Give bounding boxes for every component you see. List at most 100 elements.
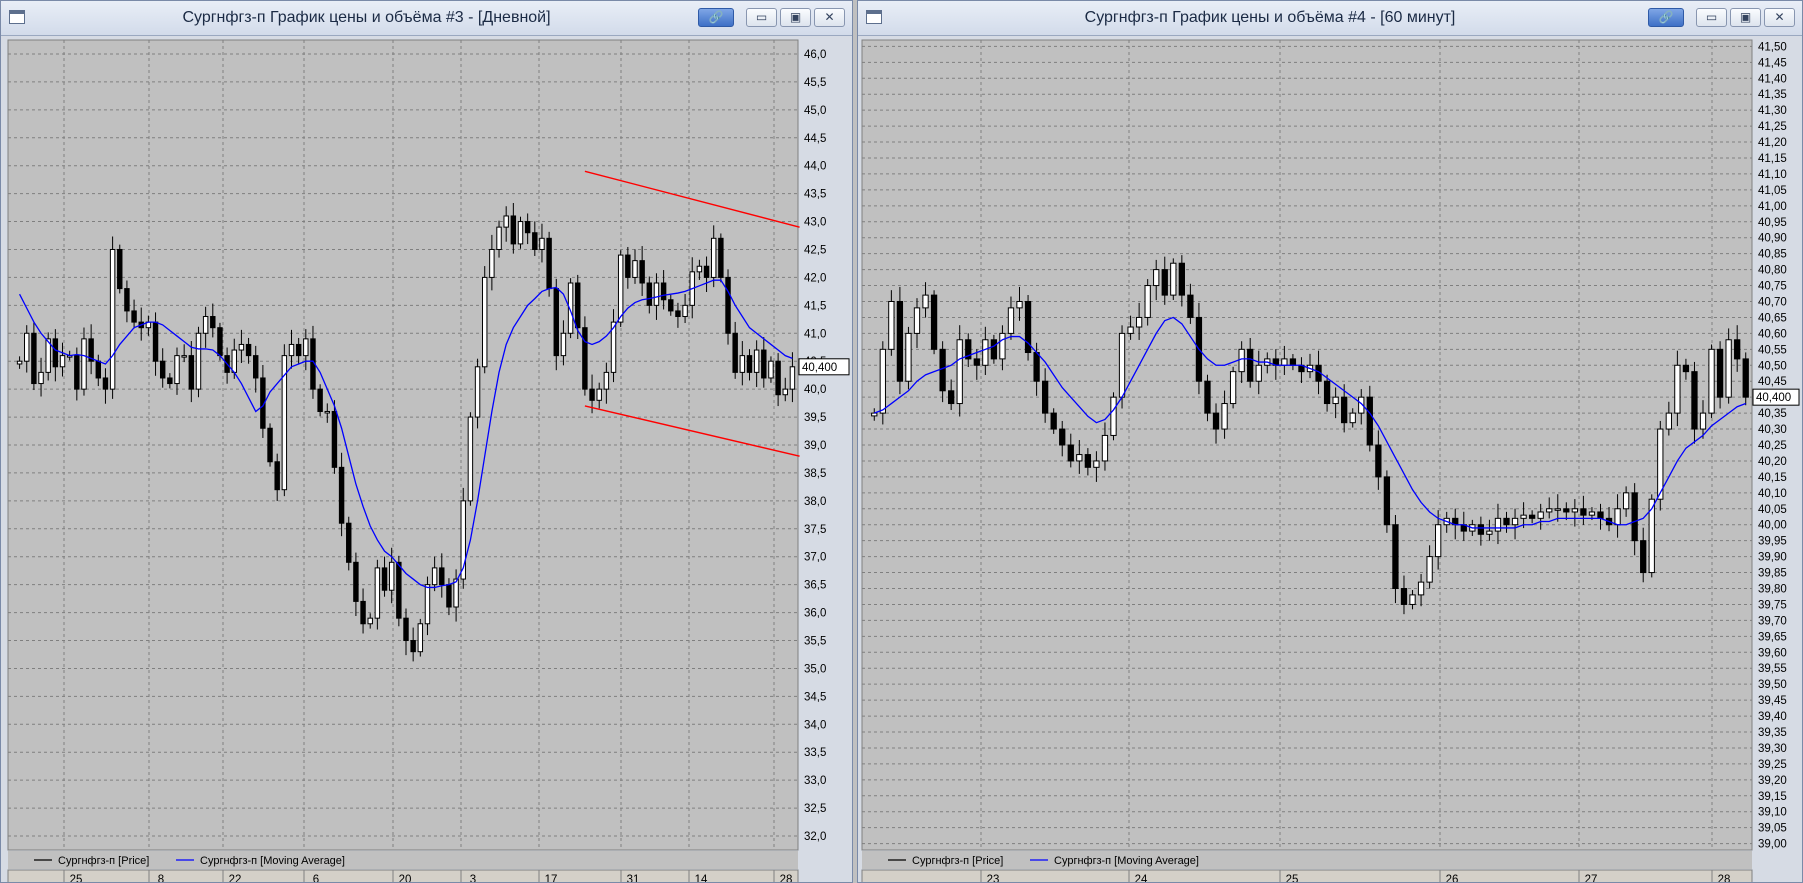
title-bar[interactable]: Сургнфгз-п График цены и объёма #3 - [Дн… — [1, 1, 852, 36]
y-tick-label: 40,10 — [1758, 488, 1787, 500]
y-tick-label: 36,0 — [804, 608, 826, 620]
candle-body — [639, 260, 645, 284]
y-tick-label: 44,5 — [804, 133, 826, 145]
y-tick-label: 39,20 — [1758, 775, 1787, 787]
y-tick-label: 40,45 — [1758, 376, 1787, 388]
y-tick-label: 40,55 — [1758, 344, 1787, 356]
window-icon[interactable] — [866, 10, 882, 24]
link-button[interactable]: 🔗 — [698, 8, 734, 27]
candle-body — [1435, 524, 1442, 558]
candle-body — [1144, 285, 1151, 318]
candle-body — [303, 338, 309, 357]
candle-body — [1041, 380, 1049, 414]
candle-body — [253, 355, 259, 379]
price-chart-60min[interactable]: 41,50 41,45 41,40 41,35 41,30 41,25 41,20 41,15… — [858, 35, 1802, 882]
candle-body — [1178, 262, 1185, 296]
y-tick-label: 39,00 — [1758, 839, 1787, 851]
close-button[interactable]: ✕ — [1764, 8, 1795, 27]
y-tick-label: 42,5 — [804, 244, 826, 256]
candle-body — [424, 584, 431, 625]
window-icon[interactable] — [9, 10, 25, 24]
candle-body — [1597, 511, 1604, 519]
date-label: 26 — [1446, 874, 1459, 882]
y-tick-label: 33,5 — [804, 747, 826, 759]
candle-body — [1477, 524, 1485, 535]
candle-body — [1392, 524, 1399, 590]
y-tick-label: 40,05 — [1758, 504, 1787, 516]
date-label: 28 — [780, 874, 793, 882]
candle-body — [1110, 396, 1117, 436]
y-tick-label: 38,5 — [804, 468, 826, 480]
candle-body — [217, 327, 223, 357]
last-price-label: 40,400 — [1756, 392, 1791, 404]
restore-button[interactable]: ▣ — [780, 8, 811, 27]
candle-body — [905, 332, 912, 382]
candle-body — [1204, 380, 1211, 414]
candle-body — [939, 348, 946, 392]
y-tick-label: 43,5 — [804, 189, 826, 201]
title-bar[interactable]: Сургнфгз-п График цены и объёма #4 - [60… — [858, 1, 1802, 36]
candle-body — [245, 343, 252, 357]
candle-body — [990, 339, 998, 360]
y-tick-label: 39,90 — [1758, 552, 1787, 564]
legend-item-price: Сургнфгз-п [Price] — [58, 855, 149, 867]
candle-body — [782, 388, 788, 396]
candle-body — [346, 522, 352, 563]
candle-body — [1127, 326, 1134, 334]
y-tick-label: 39,15 — [1758, 791, 1787, 803]
candle-body — [739, 355, 746, 373]
candle-body — [1520, 514, 1527, 519]
y-tick-label: 39,35 — [1758, 727, 1787, 739]
y-tick-label: 34,5 — [804, 691, 826, 703]
candle-body — [1622, 492, 1630, 510]
candle-body — [167, 377, 173, 385]
y-tick-label: 40,15 — [1758, 472, 1787, 484]
y-tick-label: 33,0 — [804, 775, 826, 787]
candle-body — [973, 358, 980, 366]
candle-body — [1486, 530, 1493, 535]
candle-body — [1640, 540, 1647, 574]
price-chart-daily[interactable]: 46,0 45,5 45,0 44,5 44,0 43,5 43,0 42,5 42,0 41,5… — [1, 35, 852, 882]
y-tick-label: 39,80 — [1758, 584, 1787, 596]
candle-body — [646, 282, 653, 306]
candle-body — [1614, 508, 1621, 526]
candle-body — [524, 221, 531, 234]
candle-body — [403, 617, 409, 642]
candle-body — [117, 248, 123, 290]
candle-body — [888, 300, 895, 350]
candle-body — [1349, 412, 1356, 424]
candle-body — [1400, 588, 1408, 605]
y-tick-label: 45,5 — [804, 77, 826, 89]
candle-body — [1093, 460, 1100, 468]
candle-body — [625, 254, 631, 278]
candle-body — [1050, 412, 1057, 430]
y-tick-label: 41,25 — [1758, 121, 1787, 133]
candle-body — [503, 215, 509, 228]
close-button[interactable]: ✕ — [814, 8, 845, 27]
minimize-button[interactable]: ▭ — [746, 8, 777, 27]
candle-body — [682, 304, 688, 318]
date-label: 31 — [627, 874, 640, 882]
minimize-button[interactable]: ▭ — [1696, 8, 1727, 27]
link-button[interactable]: 🔗 — [1648, 8, 1684, 27]
candle-body — [1674, 364, 1681, 414]
chart-window-60min[interactable]: Сургнфгз-п График цены и объёма #4 - [60… — [857, 0, 1803, 883]
candle-body — [1375, 444, 1382, 478]
restore-button[interactable]: ▣ — [1730, 8, 1761, 27]
candle-body — [1725, 339, 1732, 398]
candle-body — [1708, 348, 1715, 414]
candle-body — [210, 316, 216, 329]
candle-body — [982, 339, 989, 366]
candle-body — [753, 349, 760, 373]
candle-body — [374, 567, 381, 619]
candle-body — [546, 237, 552, 290]
candle-body — [589, 388, 595, 401]
candle-body — [109, 248, 116, 390]
chart-window-daily[interactable]: Сургнфгз-п График цены и объёма #3 - [Дн… — [0, 0, 853, 883]
candle-body — [1503, 517, 1510, 526]
candle-body — [131, 310, 137, 323]
candle-body — [267, 427, 273, 463]
candle-body — [653, 282, 660, 306]
candle-body — [295, 343, 302, 357]
legend-item-ma: Сургнфгз-п [Moving Average] — [200, 855, 345, 867]
